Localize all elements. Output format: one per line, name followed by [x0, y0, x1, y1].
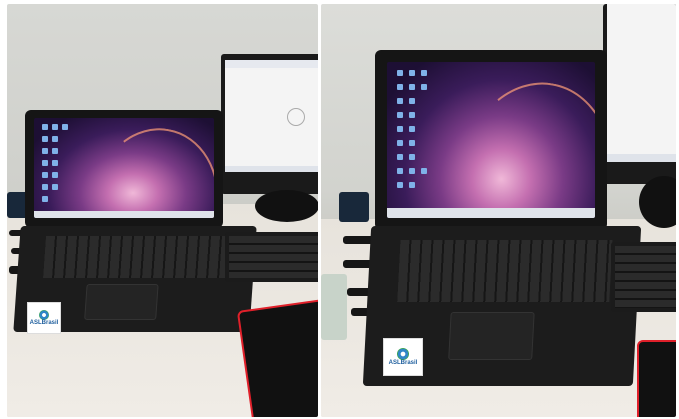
laptop-lid	[25, 110, 223, 228]
laptop-touchpad	[448, 312, 535, 360]
external-monitor	[221, 54, 318, 194]
external-keyboard	[611, 242, 676, 312]
asl-logo-icon	[397, 347, 409, 360]
laptop-touchpad	[84, 284, 159, 320]
laptop-screen	[387, 62, 595, 218]
external-monitor	[603, 4, 676, 184]
photo-left: ASLBrasil	[7, 4, 318, 417]
taskbar	[34, 211, 214, 218]
monitor-screen	[607, 4, 676, 162]
laptop-keyboard	[43, 236, 233, 278]
sticker-text: ASLBrasil	[388, 359, 418, 366]
external-keyboard	[225, 232, 318, 282]
mousepad	[236, 298, 318, 417]
photo-right: ASLBrasil	[321, 4, 676, 417]
monitor-stand	[255, 190, 318, 222]
green-container	[321, 274, 347, 340]
monitor-screen	[225, 60, 318, 172]
mousepad	[637, 340, 676, 417]
sticker-text: ASLBrasil	[29, 319, 59, 326]
laptop-screen	[34, 118, 214, 218]
asl-logo-icon	[39, 309, 49, 320]
taskbar	[387, 208, 595, 218]
cable-bundle	[339, 192, 369, 222]
asl-sticker: ASLBrasil	[27, 302, 61, 334]
asl-sticker: ASLBrasil	[383, 338, 423, 376]
laptop-keyboard	[397, 240, 613, 302]
laptop-lid	[375, 50, 607, 230]
